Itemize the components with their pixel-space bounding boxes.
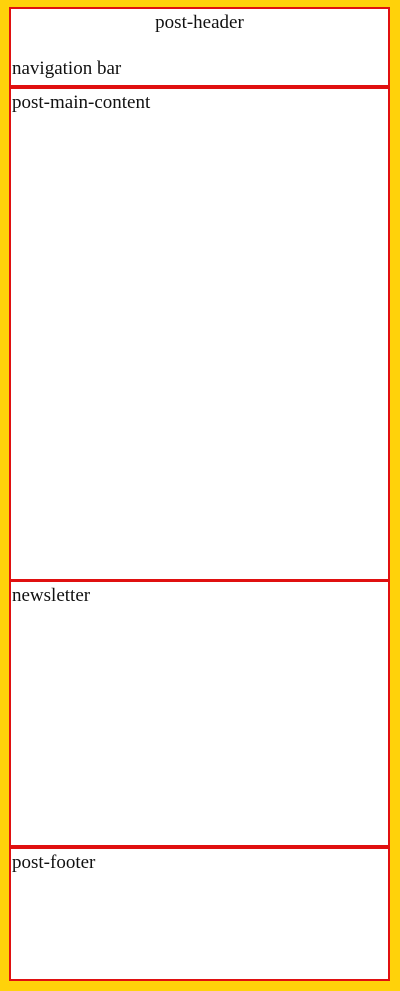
newsletter-label: newsletter: [12, 585, 91, 606]
navigation-bar[interactable]: navigation bar: [12, 58, 121, 80]
newsletter-section: newsletter: [9, 579, 390, 847]
post-header-title: post-header: [155, 12, 244, 33]
post-footer: post-footer: [9, 846, 390, 981]
post-main-content-label: post-main-content: [12, 92, 151, 113]
page-body: { "header": { "title": "post-header", "n…: [0, 0, 400, 991]
post-header: post-header navigation bar: [9, 7, 390, 87]
post-footer-label: post-footer: [12, 852, 96, 873]
page-container: post-header navigation bar post-main-con…: [9, 7, 390, 981]
post-main-content: post-main-content: [9, 86, 390, 582]
